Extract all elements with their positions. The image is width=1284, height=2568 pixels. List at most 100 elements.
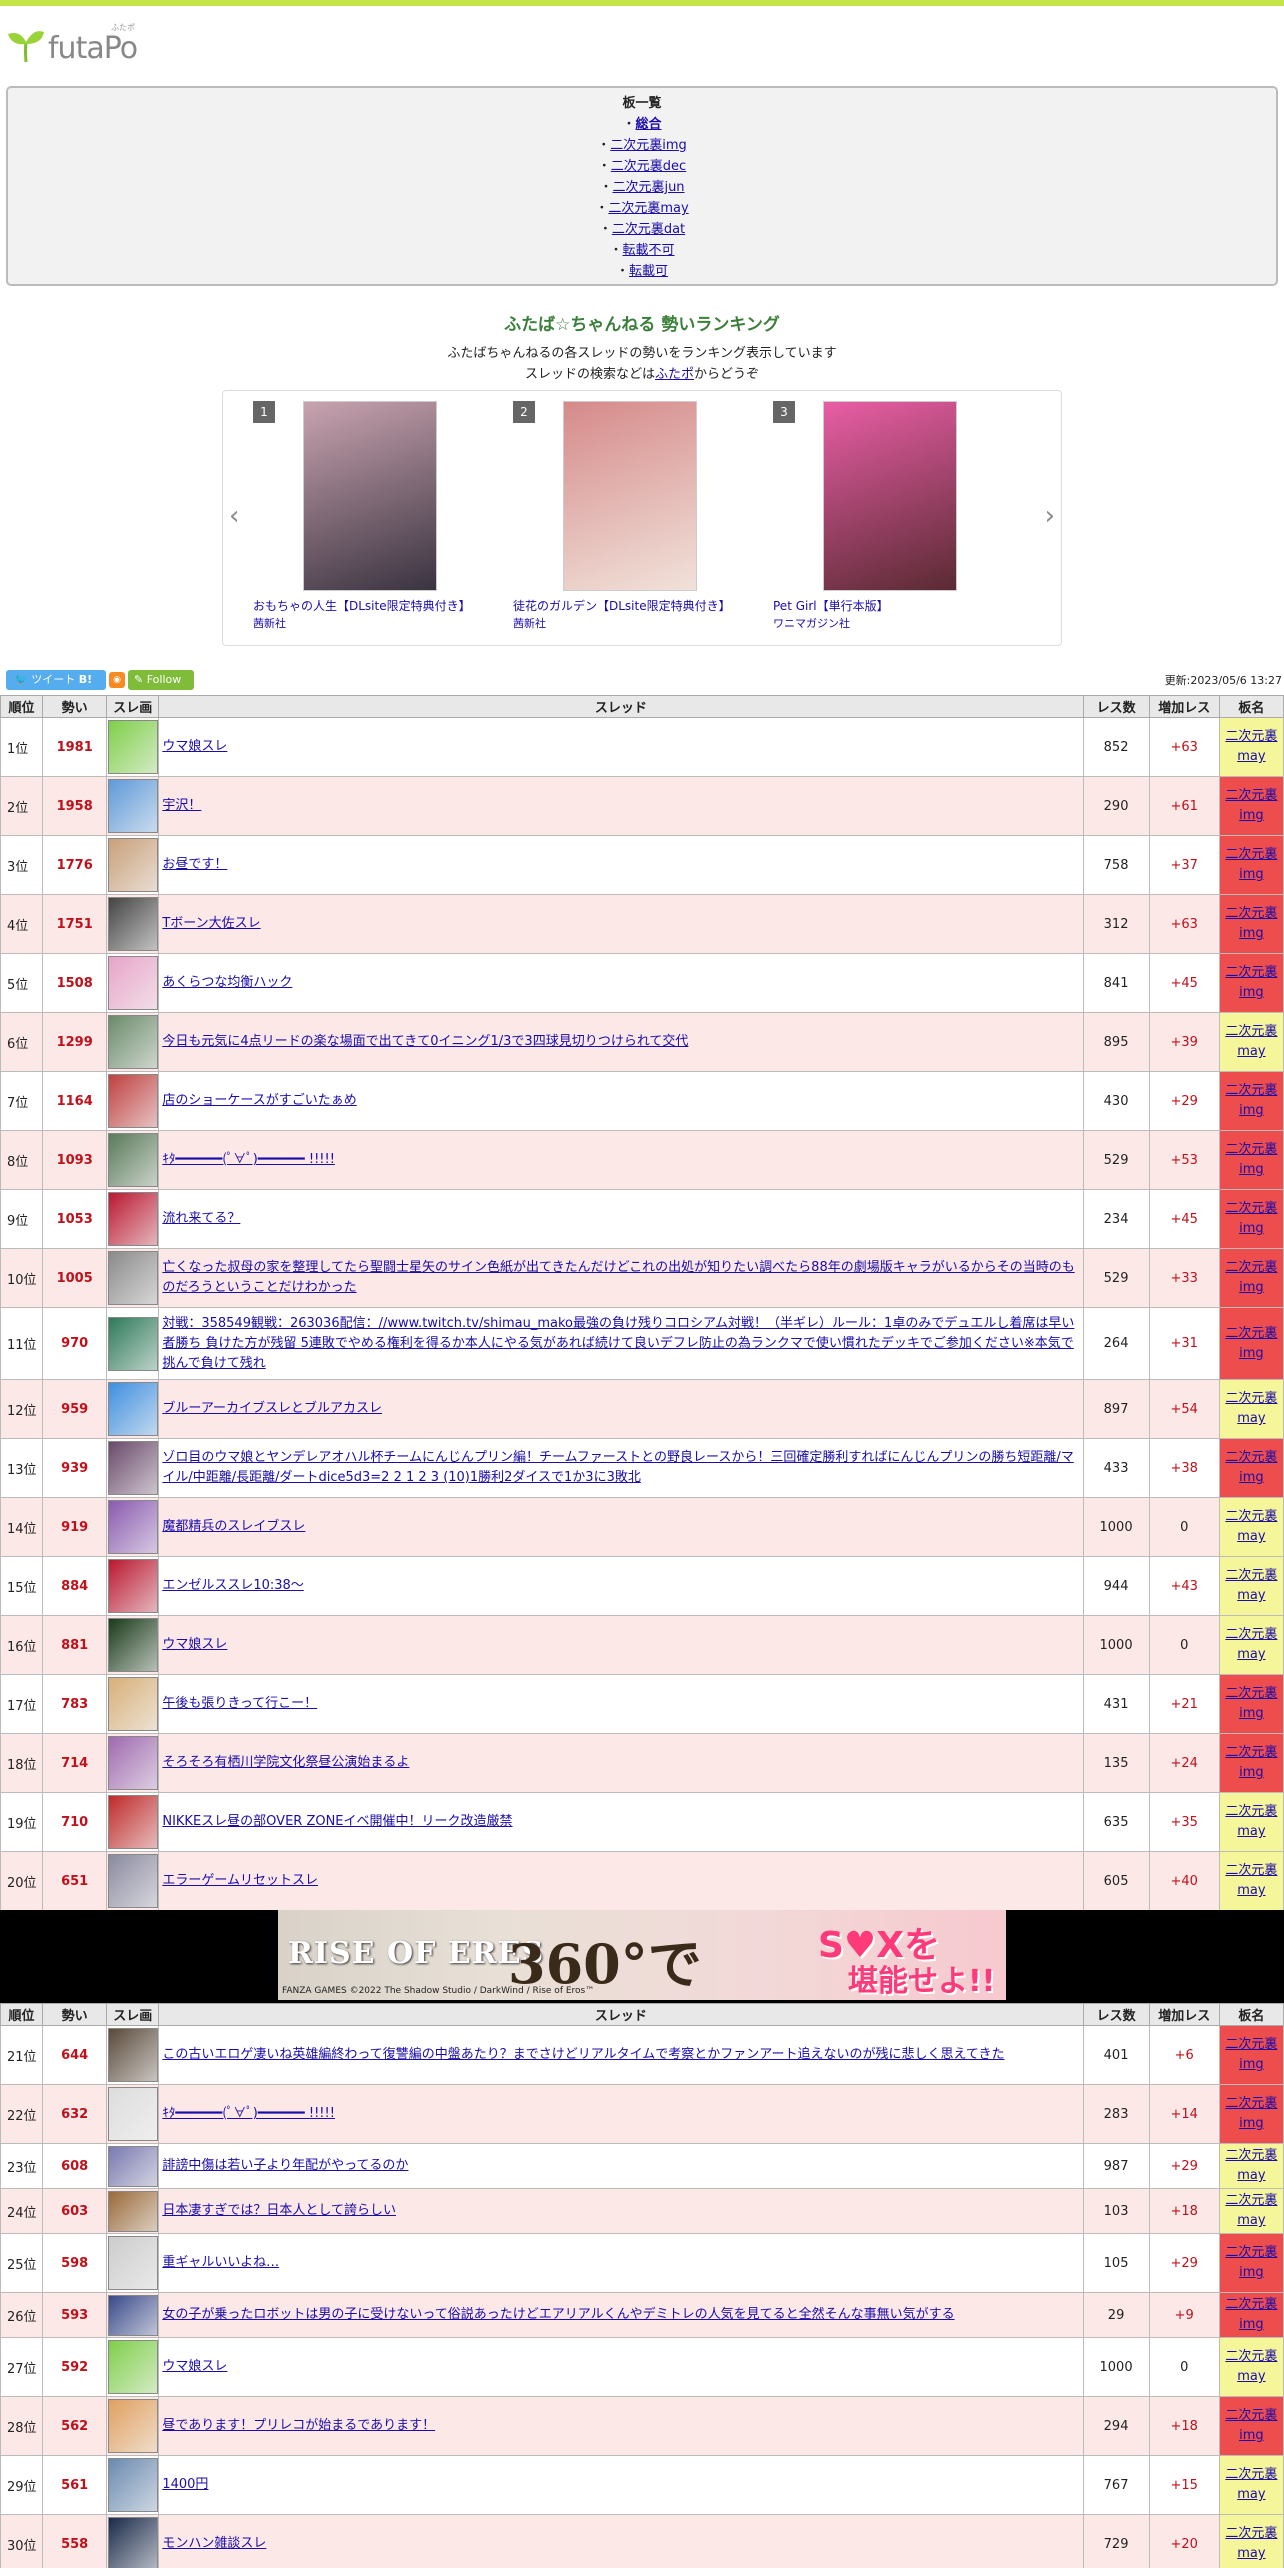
thread-link[interactable]: ゾロ目のウマ娘とヤンデレアオハル杯チームにんじんプリン編！チームファーストとの野…	[162, 1450, 1073, 1485]
thumbnail-image[interactable]	[108, 2236, 158, 2290]
thread-link[interactable]: そろそろ有栖川学院文化祭昼公演始まるよ	[162, 1755, 409, 1770]
board-name-link[interactable]: 二次元裏may	[1225, 2349, 1277, 2384]
thumbnail-image[interactable]	[108, 779, 158, 833]
board-name-link[interactable]: 二次元裏img	[1225, 1142, 1277, 1177]
thumbnail-image[interactable]	[108, 1441, 158, 1495]
board-list-panel[interactable]: 板一覧 ・総合 ・二次元裏img ・二次元裏dec ・二次元裏jun ・二次元裏may ・…	[6, 86, 1278, 286]
thread-link[interactable]: 1400円	[162, 2477, 208, 2492]
thumbnail-image[interactable]	[108, 2145, 158, 2187]
thumbnail-image[interactable]	[108, 838, 158, 892]
board-link[interactable]: 二次元裏dat	[612, 222, 685, 237]
board-name-link[interactable]: 二次元裏img	[1225, 2408, 1277, 2443]
board-link[interactable]: 二次元裏img	[610, 138, 687, 153]
thumbnail-image[interactable]	[108, 1736, 158, 1790]
book-publisher[interactable]: 茜新社	[513, 615, 546, 631]
thread-thumbnail[interactable]	[106, 1248, 160, 1308]
board-name-link[interactable]: 二次元裏img	[1225, 1450, 1277, 1485]
book-cover-image[interactable]	[563, 401, 697, 591]
thread-link[interactable]: ウマ娘スレ	[162, 1637, 227, 1652]
thumbnail-image[interactable]	[108, 2517, 158, 2568]
thread-thumbnail[interactable]	[106, 894, 160, 954]
thumbnail-image[interactable]	[108, 897, 158, 951]
thumbnail-image[interactable]	[108, 2294, 158, 2336]
thread-link[interactable]: 今日も元気に4点リードの楽な場面で出てきて0イニング1/3で3四球見切りつけられ…	[162, 1034, 688, 1049]
thread-link[interactable]: 昼であります！プリレコが始まるであります！	[162, 2418, 435, 2433]
book-cover-image[interactable]	[303, 401, 437, 591]
thread-link[interactable]: エンゼルススレ10:38〜	[162, 1578, 303, 1593]
thread-thumbnail[interactable]	[106, 1307, 160, 1380]
thread-link[interactable]: 亡くなった叔母の家を整理してたら聖闘士星矢のサイン色紙が出てきたんだけどこれの出…	[162, 1260, 1074, 1295]
thumbnail-image[interactable]	[108, 1074, 158, 1128]
board-name-link[interactable]: 二次元裏may	[1225, 1024, 1277, 1059]
thumbnail-image[interactable]	[108, 1015, 158, 1069]
thumbnail-image[interactable]	[108, 1382, 158, 1436]
thumbnail-image[interactable]	[108, 1133, 158, 1187]
thumbnail-image[interactable]	[108, 1500, 158, 1554]
board-name-link[interactable]: 二次元裏img	[1225, 2037, 1277, 2072]
board-name-link[interactable]: 二次元裏img	[1225, 1201, 1277, 1236]
carousel-book[interactable]: 2 徒花のガルデン【DLsite限定特典付き】 茜新社	[483, 401, 733, 641]
thread-thumbnail[interactable]	[106, 1674, 160, 1734]
thread-link[interactable]: ブルーアーカイブスレとブルアカスレ	[162, 1401, 382, 1416]
thread-link[interactable]: 魔都精兵のスレイブスレ	[162, 1519, 305, 1534]
thread-thumbnail[interactable]	[106, 2292, 160, 2338]
thread-thumbnail[interactable]	[106, 1733, 160, 1793]
board-name-link[interactable]: 二次元裏may	[1225, 1391, 1277, 1426]
thread-link[interactable]: 店のショーケースがすごいたぁめ	[162, 1093, 356, 1108]
board-name-link[interactable]: 二次元裏may	[1225, 2526, 1277, 2561]
carousel-next-icon[interactable]: ›	[1045, 501, 1055, 531]
thumbnail-image[interactable]	[108, 720, 158, 774]
thread-link[interactable]: ｷﾀ━━━━━━(ﾟ∀ﾟ)━━━━━━ !!!!!	[162, 1152, 335, 1167]
thread-thumbnail[interactable]	[106, 1189, 160, 1249]
board-name-link[interactable]: 二次元裏img	[1225, 965, 1277, 1000]
thread-thumbnail[interactable]	[106, 2188, 160, 2234]
thread-thumbnail[interactable]	[106, 2337, 160, 2397]
board-name-link[interactable]: 二次元裏img	[1225, 1260, 1277, 1295]
board-name-link[interactable]: 二次元裏may	[1225, 1509, 1277, 1544]
thread-thumbnail[interactable]	[106, 1615, 160, 1675]
thread-link[interactable]: 重ギャルいいよね…	[162, 2255, 279, 2270]
thread-thumbnail[interactable]	[106, 2233, 160, 2293]
thread-thumbnail[interactable]	[106, 1379, 160, 1439]
board-link[interactable]: 総合	[636, 117, 662, 132]
book-title[interactable]: 徒花のガルデン【DLsite限定特典付き】	[513, 597, 731, 614]
board-name-link[interactable]: 二次元裏img	[1225, 2245, 1277, 2280]
board-link[interactable]: 転載不可	[623, 243, 675, 258]
board-name-link[interactable]: 二次元裏may	[1225, 1627, 1277, 1662]
thread-thumbnail[interactable]	[106, 1792, 160, 1852]
thumbnail-image[interactable]	[108, 1251, 158, 1305]
thread-link[interactable]: 流れ来てる？	[162, 1211, 240, 1226]
carousel-book[interactable]: 3 Pet Girl【単行本版】 ワニマガジン社	[743, 401, 993, 641]
thread-thumbnail[interactable]	[106, 953, 160, 1013]
board-link[interactable]: 二次元裏jun	[612, 180, 684, 195]
board-name-link[interactable]: 二次元裏img	[1225, 1745, 1277, 1780]
tweet-button[interactable]: 🐦 ツイート B!	[6, 670, 106, 690]
thread-thumbnail[interactable]	[106, 1438, 160, 1498]
thread-link[interactable]: 宇沢！	[162, 798, 201, 813]
thread-thumbnail[interactable]	[106, 1012, 160, 1072]
thumbnail-image[interactable]	[108, 2087, 158, 2141]
thread-thumbnail[interactable]	[106, 2084, 160, 2144]
board-name-link[interactable]: 二次元裏img	[1225, 847, 1277, 882]
board-link[interactable]: 二次元裏dec	[611, 159, 686, 174]
board-link[interactable]: 二次元裏may	[608, 201, 688, 216]
thumbnail-image[interactable]	[108, 2340, 158, 2394]
thread-thumbnail[interactable]	[106, 2396, 160, 2456]
thread-link[interactable]: 日本凄すぎでは？日本人として誇らしい	[162, 2203, 396, 2218]
carousel-book[interactable]: 1 おもちゃの人生【DLsite限定特典付き】 茜新社	[223, 401, 473, 641]
thread-link[interactable]: ウマ娘スレ	[162, 2359, 227, 2374]
futapo-link[interactable]: ふたポ	[655, 367, 694, 382]
thread-link[interactable]: あくらつな均衡ハック	[162, 975, 292, 990]
site-logo[interactable]: futaPo ふたポ	[6, 22, 138, 64]
thumbnail-image[interactable]	[108, 2458, 158, 2512]
board-link[interactable]: 転載可	[629, 264, 668, 279]
board-name-link[interactable]: 二次元裏img	[1225, 2096, 1277, 2131]
thread-link[interactable]: エラーゲームリセットスレ	[162, 1873, 318, 1888]
board-name-link[interactable]: 二次元裏may	[1225, 1863, 1277, 1898]
thread-thumbnail[interactable]	[106, 776, 160, 836]
thread-link[interactable]: この古いエロゲ凄いね英雄編終わって復讐編の中盤あたり？までさけどリアルタイムで考…	[162, 2047, 1004, 2062]
thread-thumbnail[interactable]	[106, 2455, 160, 2515]
thumbnail-image[interactable]	[108, 1618, 158, 1672]
board-link[interactable]: ニュース表	[616, 285, 680, 286]
thread-thumbnail[interactable]	[106, 2143, 160, 2189]
